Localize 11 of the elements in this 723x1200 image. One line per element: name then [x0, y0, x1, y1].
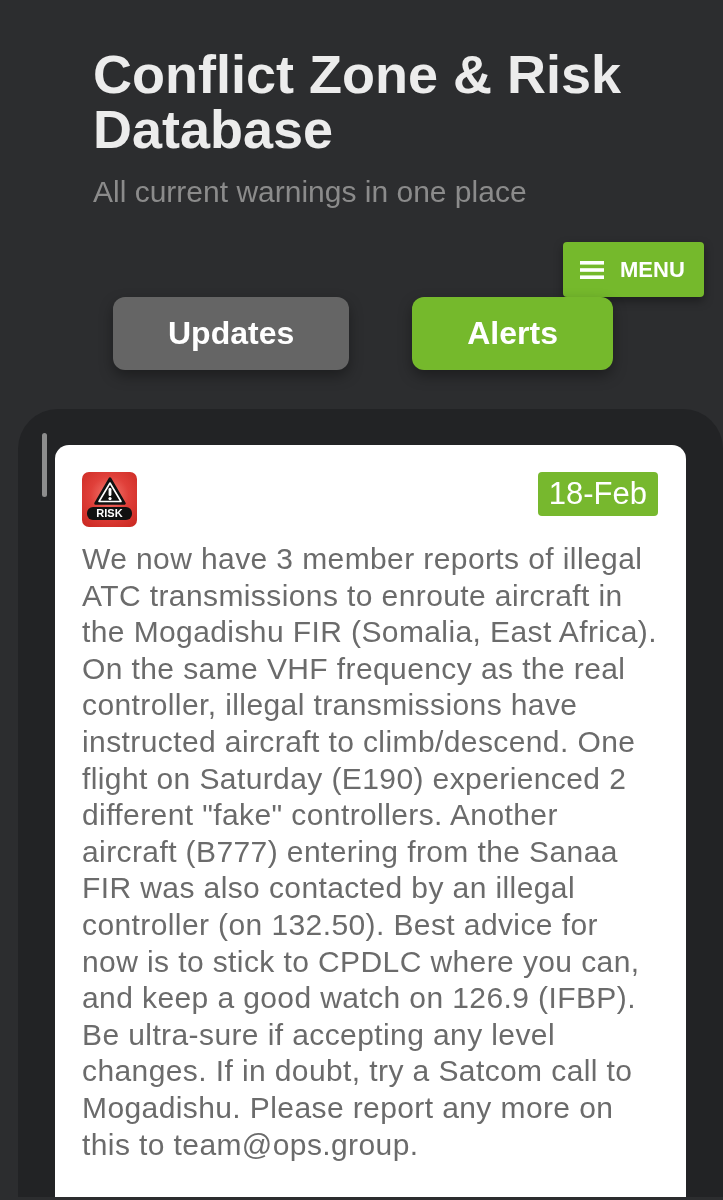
menu-icon: [580, 260, 604, 279]
page-subtitle: All current warnings in one place: [93, 174, 527, 210]
scrollbar-thumb: [42, 433, 47, 497]
risk-label: RISK: [87, 507, 132, 520]
date-badge: 18-Feb: [537, 472, 658, 516]
menu-button[interactable]: MENU: [563, 242, 704, 297]
tab[interactable]: Alerts: [412, 297, 613, 370]
warning-icon: [93, 477, 126, 505]
alert-text: We now have 3 member reports of illegal ATC transmissions to enroute aircraft in the Mogadishu FIR (Somalia, East Africa). On the same VHF frequency as the real controller, illegal transmissions have instructed aircraft to climb/descend. One flight on Saturday (E190) experienced 2 different "fake" controllers. Another aircraft (B777) entering from the Sanaa FIR was also contacted by an illegal controller (on 132.50). Best advice for now is to stick to CPDLC where you can, and keep a good watch on 126.9 (IFBP). Be ultra-sure if accepting any level changes. If in doubt, try a Satcom call to Mogadishu. Please report any more on this to team@ops.group.: [82, 541, 658, 1163]
tab[interactable]: Updates: [113, 297, 350, 370]
page-title: Conflict Zone & Risk Database: [93, 47, 623, 157]
